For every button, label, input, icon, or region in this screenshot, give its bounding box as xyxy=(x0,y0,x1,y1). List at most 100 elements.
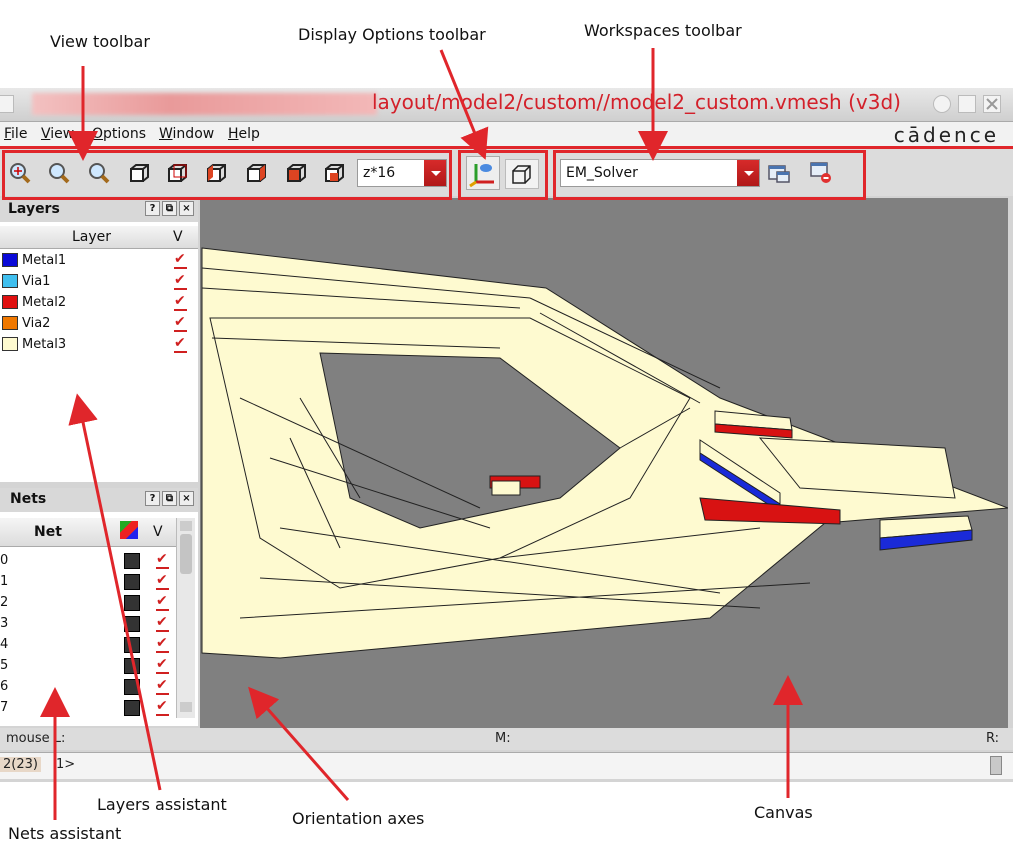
visibility-check-icon[interactable]: ✔ xyxy=(156,635,169,653)
layout-3d-view xyxy=(201,247,1009,782)
nets-table-header: Net V xyxy=(0,518,176,547)
layer-row[interactable]: Metal2 ✔ xyxy=(0,292,198,313)
minimize-button[interactable] xyxy=(933,95,951,113)
canvas[interactable] xyxy=(200,198,1009,782)
layer-name: Via2 xyxy=(22,316,51,331)
layer-color-swatch[interactable] xyxy=(2,337,18,351)
mouse-middle-status: M: xyxy=(495,731,511,746)
workspaces-toolbar-highlight xyxy=(553,150,866,200)
callout-workspaces-toolbar: Workspaces toolbar xyxy=(584,21,742,40)
menu-file[interactable]: File xyxy=(4,126,27,142)
command-line: 2(23) 1> xyxy=(0,752,1013,779)
net-color-icon[interactable] xyxy=(124,553,140,569)
net-name: 7 xyxy=(0,700,9,715)
net-row[interactable]: 7 ✔ xyxy=(0,697,176,718)
mouse-right-status: R: xyxy=(986,731,1000,746)
window-title: layout/model2/custom//model2_custom.vmes… xyxy=(372,90,901,114)
scroll-down-icon[interactable] xyxy=(180,702,192,712)
net-name: 4 xyxy=(0,637,9,652)
command-input[interactable] xyxy=(75,755,979,777)
visibility-check-icon[interactable]: ✔ xyxy=(156,593,169,611)
command-scroll-handle[interactable] xyxy=(990,756,1002,775)
mouse-left-status: mouse L: xyxy=(6,731,66,746)
nets-panel-title: Nets xyxy=(10,491,47,507)
column-header-layer[interactable]: Layer xyxy=(72,229,111,245)
menu-window[interactable]: Window xyxy=(159,126,214,142)
column-header-visible[interactable]: V xyxy=(153,524,163,540)
visibility-check-icon[interactable]: ✔ xyxy=(174,314,187,332)
maximize-button[interactable] xyxy=(958,95,976,113)
visibility-check-icon[interactable]: ✔ xyxy=(174,251,187,269)
layer-name: Via1 xyxy=(22,274,51,289)
view-toolbar-highlight xyxy=(2,150,452,200)
close-icon xyxy=(986,98,998,110)
net-color-icon[interactable] xyxy=(124,658,140,674)
title-redacted xyxy=(32,93,377,115)
close-panel-button[interactable]: × xyxy=(179,201,194,216)
float-button[interactable]: ⧉ xyxy=(162,491,177,506)
net-color-icon[interactable] xyxy=(124,679,140,695)
net-row[interactable]: 2 ✔ xyxy=(0,592,176,613)
net-name: 6 xyxy=(0,679,9,694)
menu-help[interactable]: Help xyxy=(228,126,260,142)
layer-name: Metal3 xyxy=(22,337,67,352)
net-row[interactable]: 6 ✔ xyxy=(0,676,176,697)
menu-bar: File View Options Window Help cādence xyxy=(0,122,1013,147)
layer-row[interactable]: Via2 ✔ xyxy=(0,313,198,334)
help-button[interactable]: ? xyxy=(145,201,160,216)
net-color-icon[interactable] xyxy=(124,595,140,611)
layer-color-swatch[interactable] xyxy=(2,295,18,309)
scroll-up-icon[interactable] xyxy=(180,521,192,531)
net-name: 5 xyxy=(0,658,9,673)
net-color-icon[interactable] xyxy=(124,637,140,653)
net-name: 1 xyxy=(0,574,9,589)
net-row[interactable]: 4 ✔ xyxy=(0,634,176,655)
net-row[interactable]: 1 ✔ xyxy=(0,571,176,592)
visibility-check-icon[interactable]: ✔ xyxy=(156,614,169,632)
command-counter: 2(23) xyxy=(0,757,41,772)
command-prompt: 1> xyxy=(56,757,76,772)
menu-view[interactable]: View xyxy=(41,126,74,142)
net-row[interactable]: 3 ✔ xyxy=(0,613,176,634)
visibility-check-icon[interactable]: ✔ xyxy=(156,551,169,569)
visibility-check-icon[interactable]: ✔ xyxy=(156,677,169,695)
net-row[interactable]: 5 ✔ xyxy=(0,655,176,676)
layer-color-swatch[interactable] xyxy=(2,253,18,267)
visibility-check-icon[interactable]: ✔ xyxy=(156,656,169,674)
net-color-icon[interactable] xyxy=(124,700,140,716)
net-color-icon[interactable] xyxy=(124,616,140,632)
visibility-check-icon[interactable]: ✔ xyxy=(174,293,187,311)
net-name: 3 xyxy=(0,616,9,631)
close-panel-button[interactable]: × xyxy=(179,491,194,506)
visibility-check-icon[interactable]: ✔ xyxy=(156,698,169,716)
callout-nets-assistant: Nets assistant xyxy=(8,824,122,843)
callout-view-toolbar: View toolbar xyxy=(50,32,150,51)
menu-options[interactable]: Options xyxy=(92,126,146,142)
layers-panel-title: Layers xyxy=(8,201,60,217)
display-options-highlight xyxy=(458,150,548,200)
float-button[interactable]: ⧉ xyxy=(162,201,177,216)
scrollbar-thumb[interactable] xyxy=(180,534,192,574)
layer-row[interactable]: Via1 ✔ xyxy=(0,271,198,292)
net-color-icon[interactable] xyxy=(120,521,138,539)
window-menu-button[interactable] xyxy=(0,95,14,113)
visibility-check-icon[interactable]: ✔ xyxy=(156,572,169,590)
title-bar: layout/model2/custom//model2_custom.vmes… xyxy=(0,88,1013,122)
visibility-check-icon[interactable]: ✔ xyxy=(174,272,187,290)
layer-row[interactable]: Metal1 ✔ xyxy=(0,250,198,271)
layer-name: Metal1 xyxy=(22,253,67,268)
nets-panel-header: Nets ? ⧉ × xyxy=(0,488,198,512)
callout-layers-assistant: Layers assistant xyxy=(97,795,227,814)
layers-panel-header: Layers ? ⧉ × xyxy=(0,198,198,222)
layer-row[interactable]: Metal3 ✔ xyxy=(0,334,198,355)
close-button[interactable] xyxy=(983,95,1001,113)
help-button[interactable]: ? xyxy=(145,491,160,506)
net-row[interactable]: 0 ✔ xyxy=(0,550,176,571)
layer-color-swatch[interactable] xyxy=(2,274,18,288)
layer-color-swatch[interactable] xyxy=(2,316,18,330)
nets-scrollbar[interactable] xyxy=(176,518,195,718)
column-header-net[interactable]: Net xyxy=(34,524,62,540)
visibility-check-icon[interactable]: ✔ xyxy=(174,335,187,353)
column-header-visible[interactable]: V xyxy=(173,229,183,245)
net-color-icon[interactable] xyxy=(124,574,140,590)
